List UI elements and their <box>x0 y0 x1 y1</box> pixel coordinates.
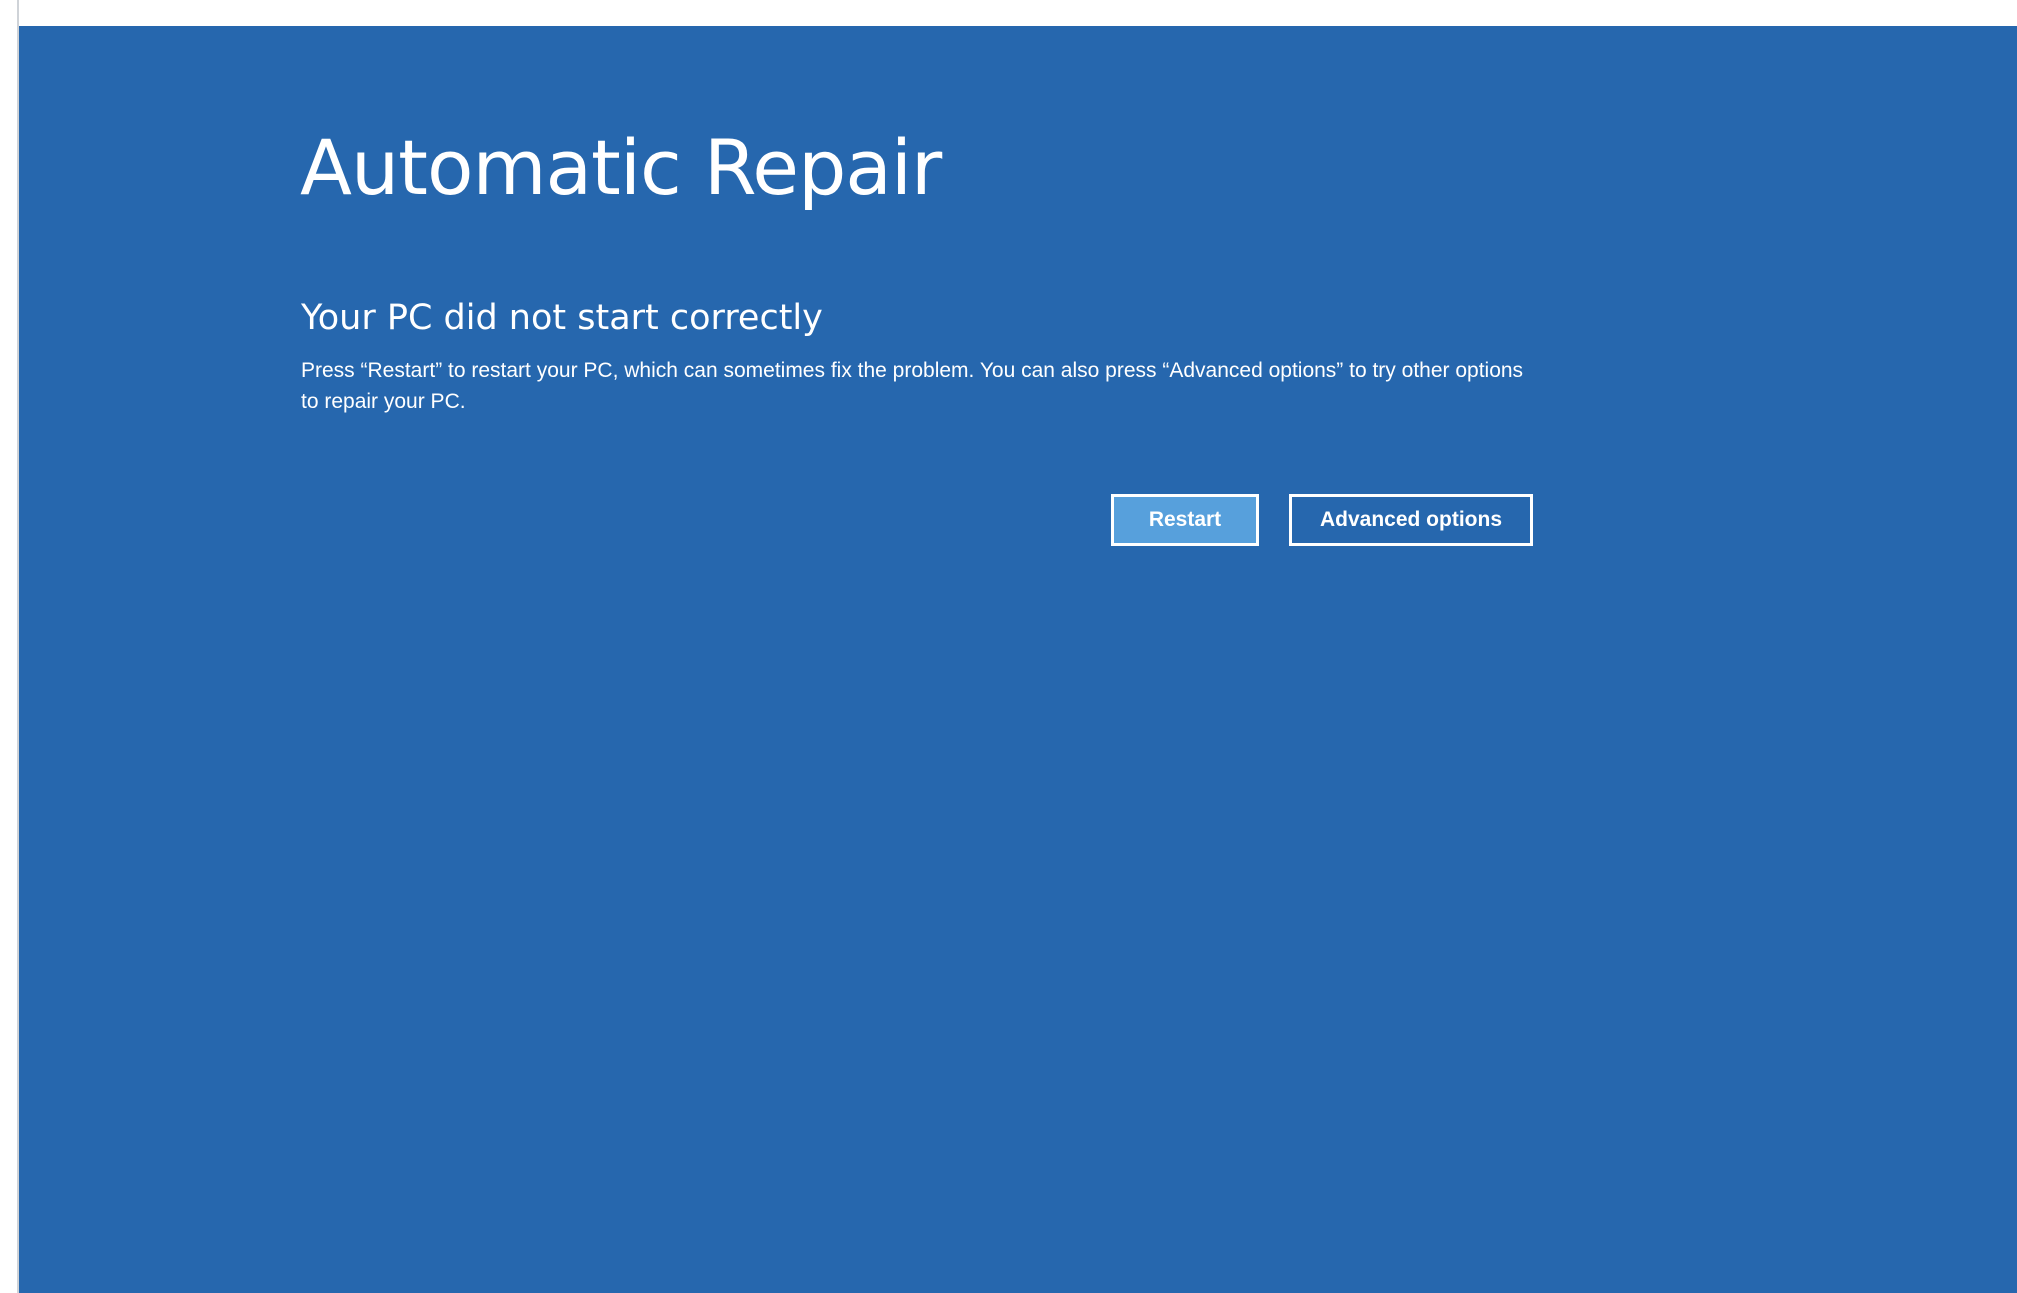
restart-button[interactable]: Restart <box>1111 494 1259 546</box>
automatic-repair-screen: Automatic Repair Your PC did not start c… <box>19 26 2017 1293</box>
error-description: Press “Restart” to restart your PC, whic… <box>301 359 1524 413</box>
error-heading: Your PC did not start correctly <box>301 298 823 338</box>
page-title: Automatic Repair <box>300 123 942 212</box>
advanced-options-button[interactable]: Advanced options <box>1289 494 1533 546</box>
page: Automatic Repair Your PC did not start c… <box>0 0 2017 1293</box>
